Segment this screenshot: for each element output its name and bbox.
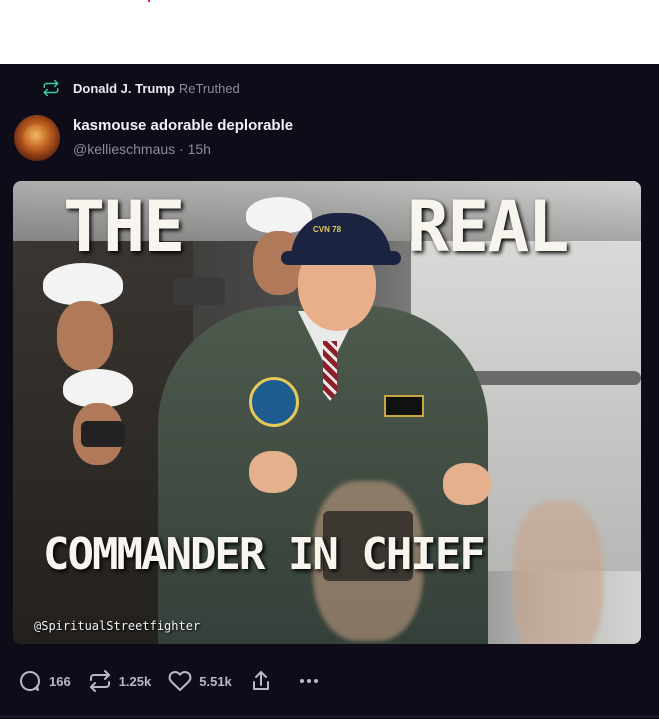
right-fist (443, 463, 491, 505)
retruth-count: 1.25k (118, 673, 152, 689)
avatar[interactable] (14, 115, 60, 161)
avatar-emblem (23, 124, 51, 152)
truth-post[interactable]: Donald J. Trump ReTruthed kasmouse adora… (0, 64, 659, 719)
author-handle[interactable]: @kellieschmaus (73, 141, 175, 157)
phone (81, 421, 125, 447)
post-image[interactable]: CVN 78 THE REAL COMMANDER IN CHIEF @Spir… (13, 181, 641, 644)
ship-patch (249, 377, 299, 427)
headline-real: REAL (407, 186, 570, 268)
reply-icon (20, 671, 40, 691)
reply-count: 166 (49, 673, 71, 689)
heart-icon (168, 671, 192, 691)
more-icon (299, 679, 318, 683)
retruth-indicator: Donald J. Trump ReTruthed (42, 78, 240, 98)
phone (173, 277, 225, 305)
share-icon (252, 671, 269, 690)
foreground-hands (513, 501, 603, 644)
top-dot (148, 0, 150, 2)
worker-face (57, 301, 113, 371)
hard-hat (63, 369, 133, 407)
cap-lettering: CVN 78 (313, 225, 342, 234)
cap-brim (281, 251, 401, 265)
retruth-label: ReTruthed (178, 80, 240, 96)
image-watermark: @SpiritualStreetfighter (34, 619, 201, 633)
post-time[interactable]: 15h (188, 141, 211, 157)
left-fist (249, 451, 297, 493)
hard-hat (43, 263, 123, 305)
post-divider (0, 716, 659, 717)
reply-button[interactable]: 166 (18, 669, 71, 693)
action-bar: 166 1.25k 5.51k (18, 668, 345, 694)
bottom-caption: COMMANDER IN CHIEF (43, 529, 486, 580)
author-display-name[interactable]: kasmouse adorable deplorable (73, 117, 293, 134)
author-meta: @kellieschmaus · 15h (73, 141, 211, 157)
top-strip (0, 0, 659, 64)
necktie (323, 341, 337, 401)
headline-the: THE (63, 186, 185, 268)
retruth-button[interactable]: 1.25k (88, 669, 152, 693)
share-button[interactable] (249, 669, 280, 693)
retruth-user-name[interactable]: Donald J. Trump (73, 81, 175, 96)
name-tag (384, 395, 424, 417)
meta-separator: · (179, 141, 184, 157)
retruth-icon (43, 79, 59, 97)
like-button[interactable]: 5.51k (168, 669, 232, 693)
like-count: 5.51k (199, 673, 232, 689)
retruth-icon (89, 670, 110, 692)
more-button[interactable] (297, 669, 328, 693)
